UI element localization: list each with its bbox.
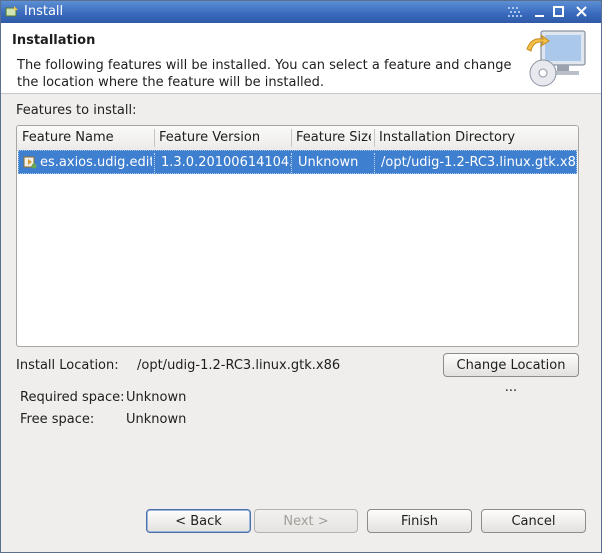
feature-size-cell: Unknown	[298, 155, 359, 170]
features-table[interactable]: Feature Name Feature Version Feature Siz…	[16, 125, 579, 347]
close-icon[interactable]	[574, 4, 590, 20]
minimize-icon[interactable]	[532, 4, 548, 20]
feature-version-cell: 1.3.0.201006141043	[161, 155, 291, 170]
title-bar[interactable]: Install	[1, 1, 601, 23]
maximize-icon[interactable]	[551, 4, 567, 20]
column-divider[interactable]	[291, 129, 292, 147]
feature-plugin-icon	[23, 156, 37, 169]
cell-divider	[291, 153, 293, 173]
install-location-value: /opt/udig-1.2-RC3.linux.gtk.x86	[137, 358, 341, 373]
column-divider[interactable]	[154, 129, 155, 147]
cancel-button[interactable]: Cancel	[481, 509, 586, 533]
column-divider[interactable]	[374, 129, 375, 147]
finish-button[interactable]: Finish	[367, 509, 472, 533]
install-wizard-icon	[526, 30, 586, 87]
required-space-value: Unknown	[126, 390, 187, 405]
page-description: The following features will be installed…	[17, 58, 512, 90]
feature-name-cell: es.axios.udig.editing	[40, 155, 152, 170]
column-header-feature-name[interactable]: Feature Name	[22, 130, 152, 145]
table-header: Feature Name Feature Version Feature Siz…	[17, 126, 578, 151]
free-space-label: Free space:	[20, 412, 95, 427]
column-header-feature-size[interactable]: Feature Size	[296, 130, 371, 145]
page-title: Installation	[12, 33, 96, 48]
next-button[interactable]: Next >	[254, 509, 358, 533]
cell-divider	[374, 153, 376, 173]
cell-divider	[154, 153, 156, 173]
titlebar-grip-icon	[508, 7, 522, 17]
free-space-value: Unknown	[126, 412, 187, 427]
install-app-icon	[5, 6, 18, 17]
installation-directory-cell: /opt/udig-1.2-RC3.linux.gtk.x86/	[381, 155, 576, 170]
change-location-button[interactable]: Change Location ...	[443, 353, 579, 395]
features-label: Features to install:	[16, 103, 137, 118]
wizard-header: Installation The following features will…	[1, 23, 601, 94]
table-row[interactable]: es.axios.udig.editing 1.3.0.201006141043…	[18, 150, 577, 174]
window-title: Install	[24, 4, 64, 19]
back-button[interactable]: < Back	[146, 509, 251, 533]
column-header-installation-directory[interactable]: Installation Directory	[379, 130, 574, 145]
required-space-label: Required space:	[20, 390, 125, 405]
install-location-label: Install Location:	[16, 358, 119, 373]
install-dialog: Install Installation The following featu…	[0, 0, 602, 553]
column-header-feature-version[interactable]: Feature Version	[159, 130, 291, 145]
